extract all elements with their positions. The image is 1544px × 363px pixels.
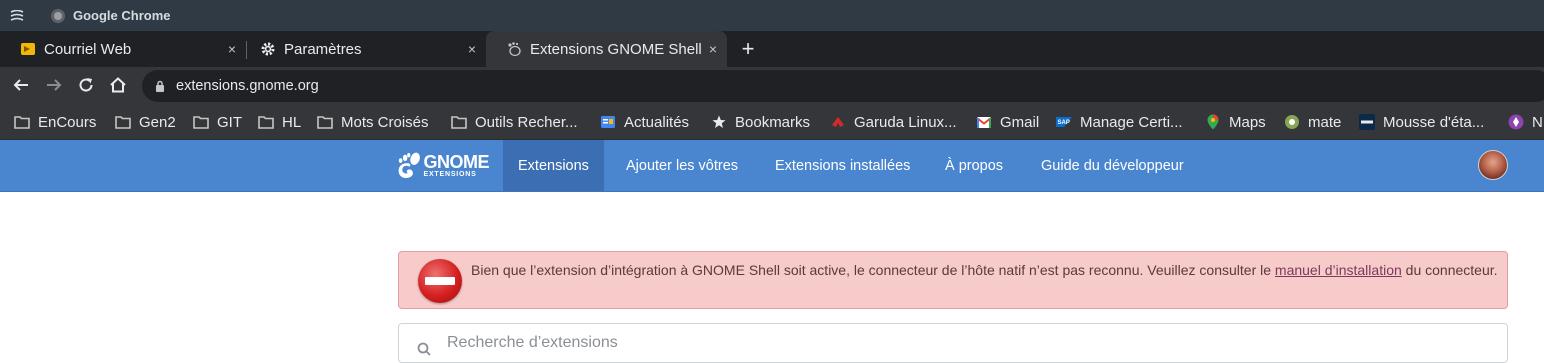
bookmark-label: HL (282, 113, 302, 131)
bookmark-folder-encours[interactable]: EnCours (14, 105, 96, 139)
folder-icon (451, 114, 467, 130)
chrome-icon (51, 8, 65, 23)
gnome-foot-icon (398, 152, 420, 179)
bookmark-actualites[interactable]: Actualités (600, 105, 689, 139)
google-news-icon (600, 114, 616, 130)
bookmarks-bar: EnCours Gen2 GIT HL Mots Croisés Outils … (0, 105, 1544, 140)
new-tab-button[interactable]: + (736, 35, 760, 63)
mail-icon (20, 41, 36, 57)
alert-message: Bien que l’extension d’intégration à GNO… (471, 262, 1498, 278)
bookmark-folder-hl[interactable]: HL (258, 105, 301, 139)
tab-label: Paramètres (284, 40, 362, 58)
home-icon[interactable] (108, 76, 128, 96)
sap-icon: SAP (1056, 114, 1072, 130)
tab-courriel[interactable]: Courriel Web × (0, 31, 247, 67)
alert-text-end: du connecteur. (1401, 262, 1498, 278)
bookmark-gmail[interactable]: Gmail (976, 105, 1039, 139)
url-text: extensions.gnome.org (176, 78, 319, 94)
extension-search (398, 323, 1508, 363)
bookmark-label: EnCours (38, 113, 97, 131)
folder-icon (193, 114, 209, 130)
logo-subtext: EXTENSIONS (423, 171, 477, 178)
bookmark-label: Mots Croisés (341, 113, 429, 131)
bookmark-garuda[interactable]: Garuda Linux... (830, 105, 957, 139)
gnome-logo[interactable]: GNOME EXTENSIONS (397, 150, 489, 182)
bookmark-manage-certi[interactable]: SAP Manage Certi... (1056, 105, 1183, 139)
nav-add-yours[interactable]: Ajouter les vôtres (611, 140, 753, 191)
folder-icon (115, 114, 131, 130)
bookmark-label: N (1532, 113, 1543, 131)
folder-icon (14, 114, 30, 130)
nav-extensions[interactable]: Extensions (503, 140, 604, 191)
bookmark-label: Actualités (624, 113, 690, 131)
bookmark-label: Gen2 (139, 113, 176, 131)
bookmark-label: Gmail (1000, 113, 1040, 131)
lock-icon[interactable] (154, 80, 166, 92)
bookmark-label: GIT (217, 113, 242, 131)
bookmark-maps[interactable]: Maps (1205, 105, 1266, 139)
bookmark-folder-git[interactable]: GIT (193, 105, 242, 139)
bookmark-overflow[interactable]: N (1508, 105, 1543, 139)
close-icon[interactable]: × (222, 41, 242, 57)
bookmark-label: Mousse d'éta... (1383, 113, 1485, 131)
tab-label: Extensions GNOME Shell (530, 40, 702, 58)
sonar-icon (1359, 114, 1375, 130)
nav-about[interactable]: À propos (930, 140, 1018, 191)
gnome-foot-icon (506, 41, 522, 57)
bookmark-label: Maps (1229, 113, 1266, 131)
window-title: Google Chrome (73, 8, 171, 23)
stop-icon (418, 259, 462, 303)
connector-error-alert: Bien que l’extension d’intégration à GNO… (398, 251, 1508, 309)
bookmark-label: Manage Certi... (1080, 113, 1183, 131)
site-header: GNOME EXTENSIONS Extensions Ajouter les … (0, 140, 1544, 192)
bookmark-mousse[interactable]: Mousse d'éta... (1359, 105, 1484, 139)
bookmark-mate[interactable]: mate (1284, 105, 1341, 139)
garuda-icon (830, 114, 846, 130)
alert-text: Bien que l’extension d’intégration à GNO… (471, 262, 1275, 278)
avatar[interactable] (1478, 150, 1508, 180)
svg-text:SAP: SAP (1058, 120, 1070, 126)
bookmark-folder-mots-croises[interactable]: Mots Croisés (317, 105, 429, 139)
bookmark-label: Garuda Linux... (854, 113, 957, 131)
close-icon[interactable]: × (703, 41, 723, 57)
installation-manual-link[interactable]: manuel d’installation (1275, 262, 1402, 278)
search-input[interactable] (447, 334, 1447, 352)
folder-icon (258, 114, 274, 130)
bookmark-bookmarks[interactable]: Bookmarks (711, 105, 810, 139)
nav-installed-extensions[interactable]: Extensions installées (760, 140, 925, 191)
folder-icon (317, 114, 333, 130)
gear-icon (260, 41, 276, 57)
forward-arrow-icon[interactable] (44, 76, 64, 96)
back-arrow-icon[interactable] (11, 76, 31, 96)
close-icon[interactable]: × (462, 41, 482, 57)
purple-icon (1508, 114, 1524, 130)
search-icon (417, 342, 431, 356)
bookmark-label: Outils Recher... (475, 113, 578, 131)
bookmark-label: mate (1308, 113, 1342, 131)
reload-icon[interactable] (76, 76, 96, 96)
address-bar[interactable]: extensions.gnome.org (142, 70, 1544, 102)
tab-label: Courriel Web (44, 40, 132, 58)
gmail-icon (976, 114, 992, 130)
browser-toolbar: extensions.gnome.org (0, 67, 1544, 105)
mate-icon (1284, 114, 1300, 130)
window-titlebar: Google Chrome (0, 0, 1544, 31)
nav-developer-guide[interactable]: Guide du développeur (1026, 140, 1199, 191)
bookmark-folder-outils[interactable]: Outils Recher... (451, 105, 578, 139)
tab-parametres[interactable]: Paramètres × (240, 31, 486, 67)
bookmark-folder-gen2[interactable]: Gen2 (115, 105, 176, 139)
app-menu-icon[interactable] (9, 8, 25, 24)
logo-text: GNOME (423, 152, 489, 172)
bookmark-label: Bookmarks (735, 113, 811, 131)
tab-strip: Courriel Web × Paramètres × Extensions G… (0, 31, 1544, 67)
tab-gnome-extensions[interactable]: Extensions GNOME Shell × (486, 31, 727, 67)
maps-icon (1205, 114, 1221, 130)
star-icon (711, 114, 727, 130)
